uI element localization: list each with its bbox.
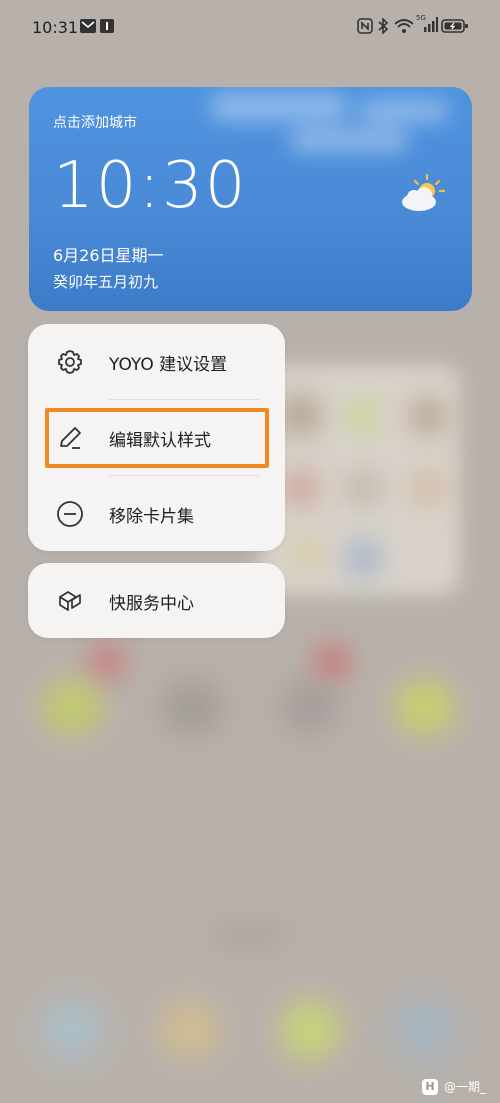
cubes-icon — [56, 587, 84, 615]
service-center-menu: 快服务中心 — [28, 563, 285, 638]
widget-lunar-date: 癸卯年五月初九 — [53, 273, 159, 291]
watermark-text: @一期_ — [443, 1080, 486, 1094]
menu-divider — [109, 475, 259, 476]
menu-item-service-center[interactable]: 快服务中心 — [28, 571, 285, 631]
info-icon — [100, 17, 114, 35]
partly-cloudy-icon — [399, 173, 447, 213]
gear-icon — [56, 348, 84, 376]
bluetooth-icon — [377, 17, 389, 35]
signal-5g-icon: 5G — [416, 14, 438, 32]
watermark: H @一期_ — [421, 1078, 486, 1095]
minus-circle-icon — [56, 500, 84, 528]
menu-divider — [109, 399, 259, 400]
highlight-box — [45, 408, 269, 468]
weather-clock-widget[interactable]: 点击添加城市 10:30 6月26日星期一 癸卯年五月初九 — [29, 87, 472, 311]
menu-item-label: 快服务中心 — [109, 593, 194, 614]
status-time: 10:31 — [32, 18, 79, 37]
widget-date: 6月26日星期一 — [53, 246, 164, 265]
wifi-icon — [394, 17, 414, 35]
add-city-link[interactable]: 点击添加城市 — [53, 112, 137, 132]
battery-icon — [441, 17, 469, 35]
nfc-icon — [357, 17, 373, 35]
menu-item-label: 移除卡片集 — [109, 506, 194, 527]
menu-item-label: YOYO 建议设置 — [109, 354, 228, 375]
watermark-logo-icon: H — [421, 1078, 438, 1095]
status-bar: 10:31 5G — [0, 0, 500, 56]
widget-clock: 10:30 — [53, 149, 248, 223]
network-label: 5G — [416, 14, 426, 22]
mail-icon — [80, 17, 96, 35]
menu-item-yoyo-settings[interactable]: YOYO 建议设置 — [28, 332, 285, 392]
menu-item-remove-card-set[interactable]: 移除卡片集 — [28, 484, 285, 544]
